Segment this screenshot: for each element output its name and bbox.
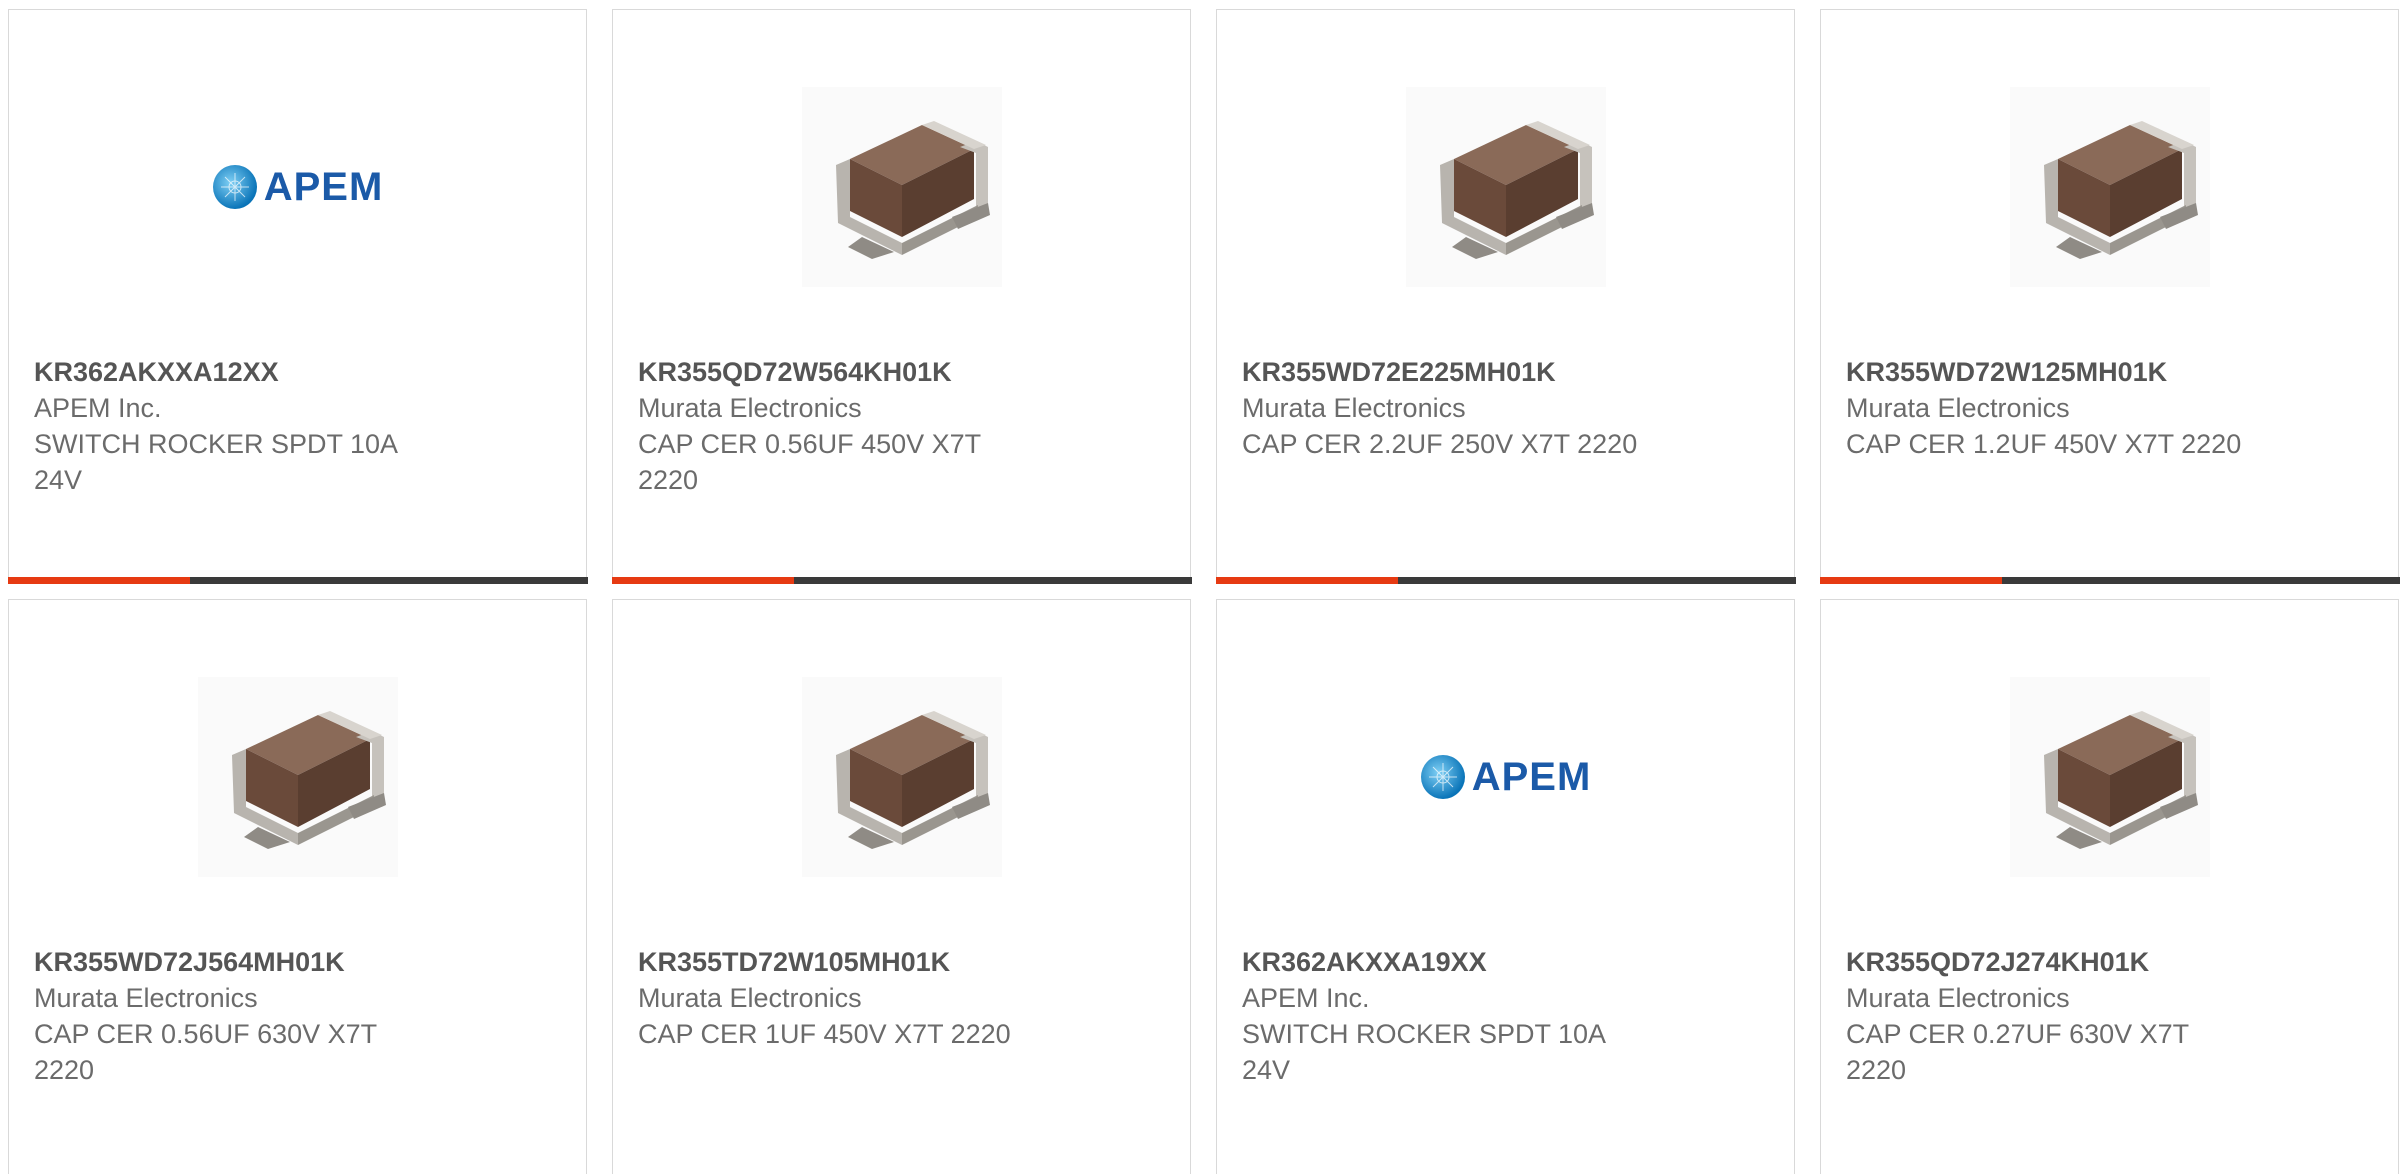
capacitor-image	[2009, 677, 2210, 877]
apem-globe-icon	[1420, 755, 1465, 799]
card-bottom-bar	[611, 577, 1192, 584]
product-card[interactable]: KR355TD72W105MH01K Murata Electronics CA…	[612, 599, 1191, 1174]
part-number[interactable]: KR355QD72J274KH01K	[1846, 944, 2256, 980]
apem-logo-text: APEM	[1471, 754, 1592, 799]
manufacturer: Murata Electronics	[638, 393, 862, 423]
apem-logo-text: APEM	[263, 164, 384, 209]
product-card[interactable]: KR355WD72E225MH01K Murata Electronics CA…	[1215, 9, 1796, 584]
apem-globe-icon	[212, 165, 257, 209]
card-bottom-bar	[7, 577, 588, 584]
part-number[interactable]: KR355WD72J564MH01K	[34, 944, 444, 980]
product-card[interactable]: KR355WD72J564MH01K Murata Electronics CA…	[8, 599, 587, 1174]
description: CAP CER 1UF 450V X7T 2220	[638, 1019, 1011, 1049]
part-number[interactable]: KR355TD72W105MH01K	[638, 944, 1048, 980]
description: CAP CER 0.56UF 450V X7T 2220	[638, 429, 981, 495]
card-accent-bar	[611, 577, 794, 584]
manufacturer: Murata Electronics	[1846, 393, 2070, 423]
product-card[interactable]: KR355QD72W564KH01K Murata Electronics CA…	[611, 9, 1192, 584]
product-image[interactable]: APEM	[1217, 672, 1794, 882]
product-card[interactable]: KR355WD72W125MH01K Murata Electronics CA…	[1819, 9, 2400, 584]
part-number[interactable]: KR355WD72E225MH01K	[1242, 354, 1652, 390]
part-number[interactable]: KR362AKXXA19XX	[1242, 944, 1652, 980]
product-card[interactable]: APEM KR362AKXXA19XX APEM Inc. SWITCH ROC…	[1216, 599, 1795, 1174]
product-image[interactable]	[9, 672, 586, 882]
product-card[interactable]: KR355QD72J274KH01K Murata Electronics CA…	[1820, 599, 2399, 1174]
description: CAP CER 1.2UF 450V X7T 2220	[1846, 429, 2242, 459]
capacitor-image	[2009, 87, 2210, 287]
description: CAP CER 0.27UF 630V X7T 2220	[1846, 1019, 2189, 1085]
card-accent-bar	[1215, 577, 1398, 584]
capacitor-image	[1405, 87, 1606, 287]
manufacturer: Murata Electronics	[638, 983, 862, 1013]
description: CAP CER 2.2UF 250V X7T 2220	[1242, 429, 1638, 459]
description: CAP CER 0.56UF 630V X7T 2220	[34, 1019, 377, 1085]
card-accent-bar	[7, 577, 190, 584]
manufacturer: APEM Inc.	[34, 393, 162, 423]
capacitor-image	[197, 677, 398, 877]
card-bottom-bar	[1819, 577, 2400, 584]
product-grid: APEM KR362AKXXA12XX APEM Inc. SWITCH ROC…	[7, 9, 2400, 1174]
capacitor-image	[801, 677, 1002, 877]
product-image[interactable]	[1217, 82, 1794, 292]
product-image[interactable]: APEM	[9, 82, 586, 292]
product-image[interactable]	[613, 672, 1190, 882]
manufacturer: Murata Electronics	[34, 983, 258, 1013]
part-number[interactable]: KR362AKXXA12XX	[34, 354, 444, 390]
product-image[interactable]	[613, 82, 1190, 292]
description: SWITCH ROCKER SPDT 10A 24V	[1242, 1019, 1605, 1085]
manufacturer: APEM Inc.	[1242, 983, 1370, 1013]
apem-logo: APEM	[212, 164, 384, 210]
manufacturer: Murata Electronics	[1242, 393, 1466, 423]
card-accent-bar	[1819, 577, 2002, 584]
product-image[interactable]	[1821, 82, 2398, 292]
card-bottom-bar	[1215, 577, 1796, 584]
part-number[interactable]: KR355QD72W564KH01K	[638, 354, 1048, 390]
manufacturer: Murata Electronics	[1846, 983, 2070, 1013]
apem-logo: APEM	[1420, 754, 1592, 800]
capacitor-image	[801, 87, 1002, 287]
part-number[interactable]: KR355WD72W125MH01K	[1846, 354, 2256, 390]
description: SWITCH ROCKER SPDT 10A 24V	[34, 429, 397, 495]
product-card[interactable]: APEM KR362AKXXA12XX APEM Inc. SWITCH ROC…	[7, 9, 588, 584]
product-image[interactable]	[1821, 672, 2398, 882]
